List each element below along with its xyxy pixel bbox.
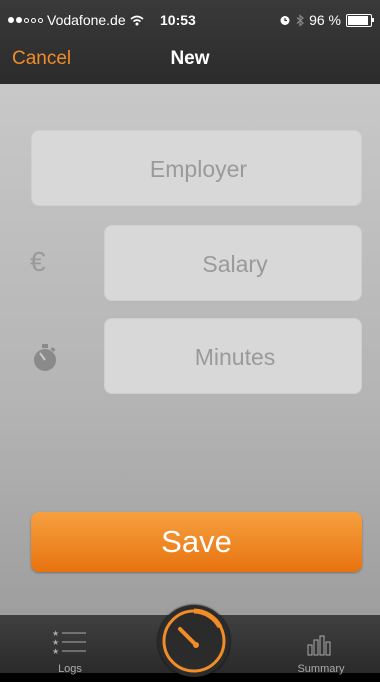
wifi-icon bbox=[130, 15, 144, 25]
carrier-name: Vodafone.de bbox=[47, 12, 126, 28]
euro-icon: € bbox=[30, 246, 46, 277]
svg-text:★: ★ bbox=[52, 647, 59, 656]
status-left: Vodafone.de bbox=[8, 12, 144, 28]
timer-icon bbox=[162, 608, 226, 673]
form-area: € Save bbox=[0, 84, 380, 615]
timer-button[interactable] bbox=[158, 605, 230, 677]
salary-input[interactable] bbox=[105, 226, 365, 302]
minutes-input[interactable] bbox=[105, 319, 365, 395]
battery-icon bbox=[346, 13, 374, 27]
battery-percent: 96 % bbox=[309, 12, 341, 28]
employer-input[interactable] bbox=[32, 131, 365, 207]
alarm-clock-icon bbox=[280, 16, 290, 25]
navigation-bar: Cancel New bbox=[0, 38, 380, 84]
status-right: 96 % bbox=[279, 12, 374, 28]
bluetooth-icon bbox=[296, 13, 304, 27]
svg-text:★: ★ bbox=[52, 629, 59, 638]
salary-field[interactable] bbox=[104, 225, 365, 302]
save-button[interactable]: Save bbox=[31, 512, 362, 572]
bar-chart-icon bbox=[307, 635, 331, 656]
tab-bar: ★ ★ ★ Logs Summary bbox=[0, 605, 380, 677]
signal-strength-icon bbox=[8, 17, 43, 23]
minutes-field[interactable] bbox=[104, 318, 365, 395]
status-time: 10:53 bbox=[160, 12, 196, 28]
status-bar: Vodafone.de 10:53 96 % bbox=[0, 0, 380, 38]
tab-logs-label: Logs bbox=[58, 663, 82, 675]
page-title: New bbox=[170, 48, 210, 69]
list-icon: ★ ★ ★ bbox=[52, 629, 86, 656]
tab-summary-label: Summary bbox=[297, 663, 345, 675]
stopwatch-icon bbox=[34, 344, 56, 371]
employer-field[interactable] bbox=[31, 130, 365, 207]
svg-text:★: ★ bbox=[52, 638, 59, 647]
